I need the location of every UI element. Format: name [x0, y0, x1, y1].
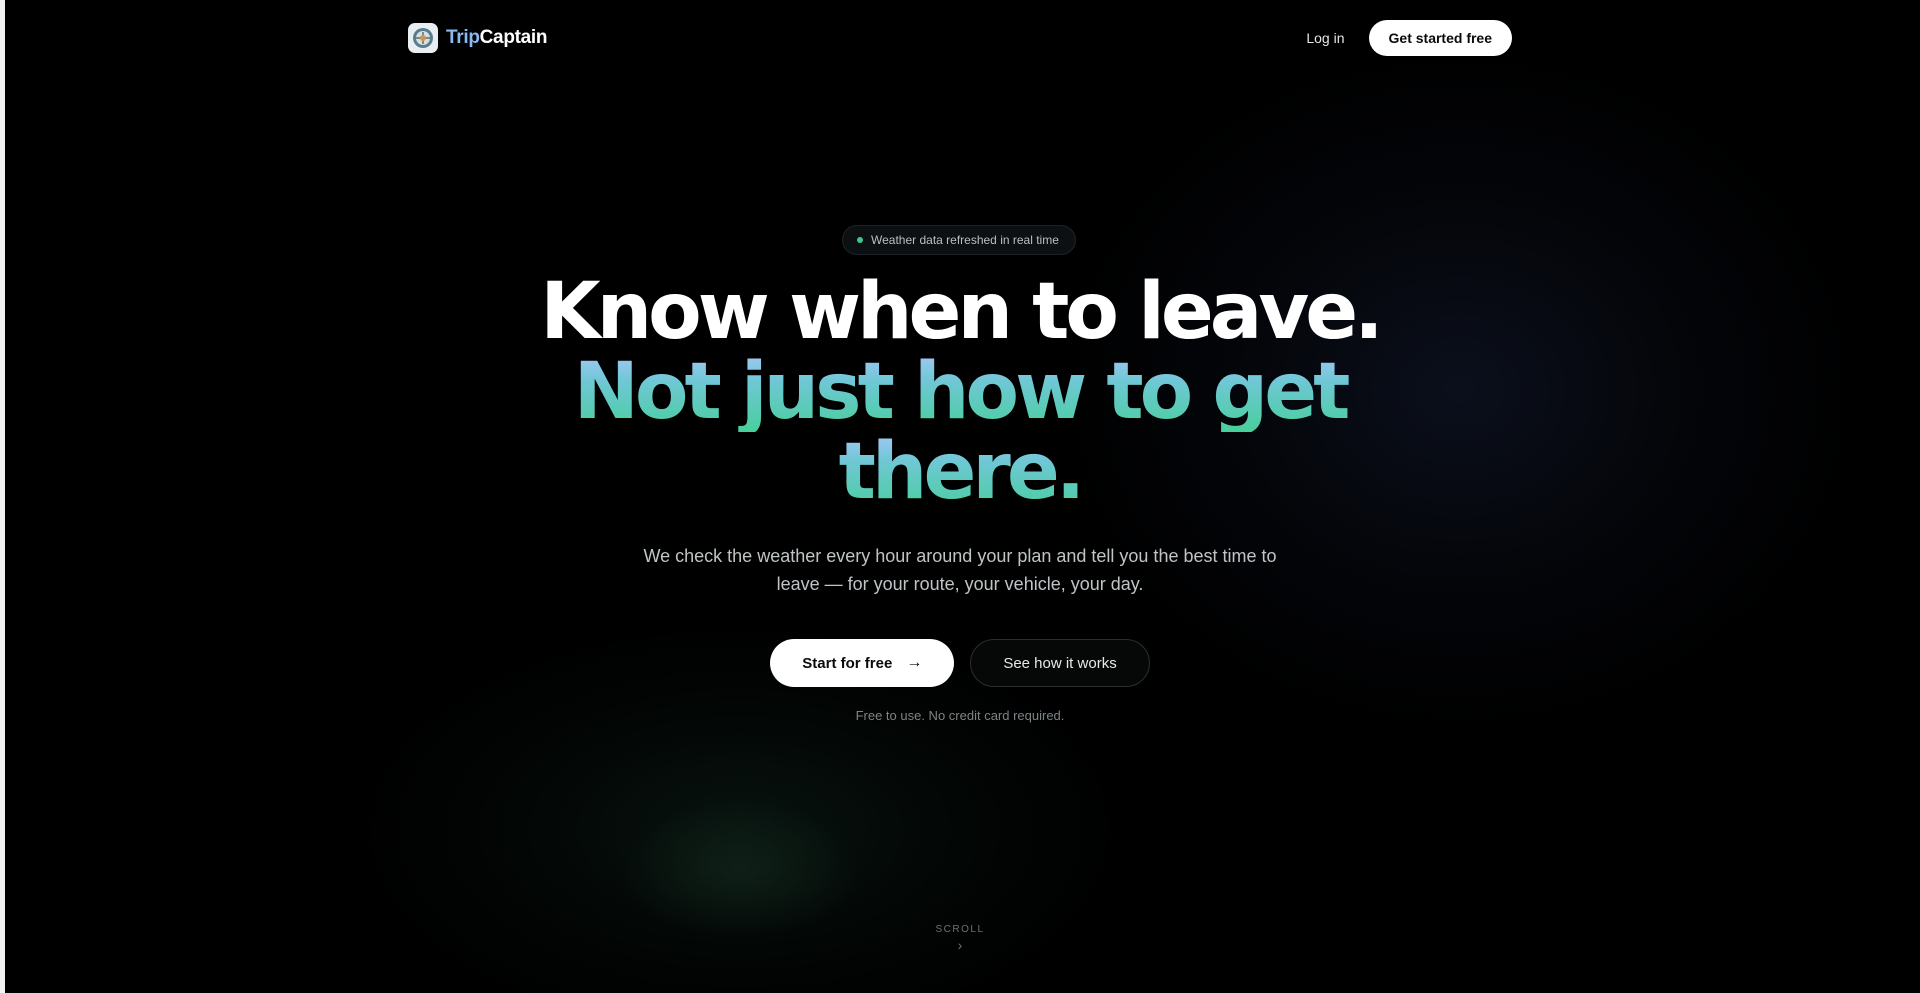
hero-headline: Know when to leave. Not just how to get …	[460, 272, 1460, 512]
see-how-it-works-button[interactable]: See how it works	[970, 639, 1150, 687]
background-glow-bottom-inner	[620, 800, 860, 940]
brand-name-trip: Trip	[446, 27, 480, 48]
headline-line-1: Know when to leave.	[540, 267, 1384, 357]
scroll-label: SCROLL	[935, 924, 985, 935]
landing-page: TripCaptain Log in Get started free Weat…	[0, 0, 1920, 993]
site-header: TripCaptain Log in Get started free	[408, 18, 1512, 58]
hero-subtitle: We check the weather every hour around y…	[643, 546, 1277, 594]
hero-cta-row: Start for free → See how it works	[0, 639, 1920, 687]
get-started-button[interactable]: Get started free	[1368, 20, 1512, 56]
pricing-note: Free to use. No credit card required.	[855, 708, 1065, 723]
login-link[interactable]: Log in	[1306, 30, 1344, 46]
start-for-free-button[interactable]: Start for free →	[770, 639, 955, 687]
headline-line-2: Not just how to get	[460, 352, 1460, 432]
status-badge-text: Weather data refreshed in real time	[871, 233, 1059, 247]
brand-name-captain: Captain	[479, 27, 548, 48]
logo-icon	[408, 23, 438, 53]
header-nav: Log in Get started free	[1306, 20, 1512, 56]
brand-link[interactable]: TripCaptain	[408, 23, 548, 53]
arrow-right-icon: →	[906, 654, 923, 671]
headline-line-3: there.	[460, 432, 1460, 512]
start-for-free-label: Start for free	[802, 654, 893, 672]
window-edge	[0, 0, 5, 993]
chevron-down-icon: ›	[957, 937, 963, 953]
scroll-hint[interactable]: SCROLL ›	[0, 924, 1920, 953]
status-badge: Weather data refreshed in real time	[842, 225, 1076, 255]
status-dot-icon	[857, 237, 863, 243]
brand-name: TripCaptain	[446, 27, 548, 49]
